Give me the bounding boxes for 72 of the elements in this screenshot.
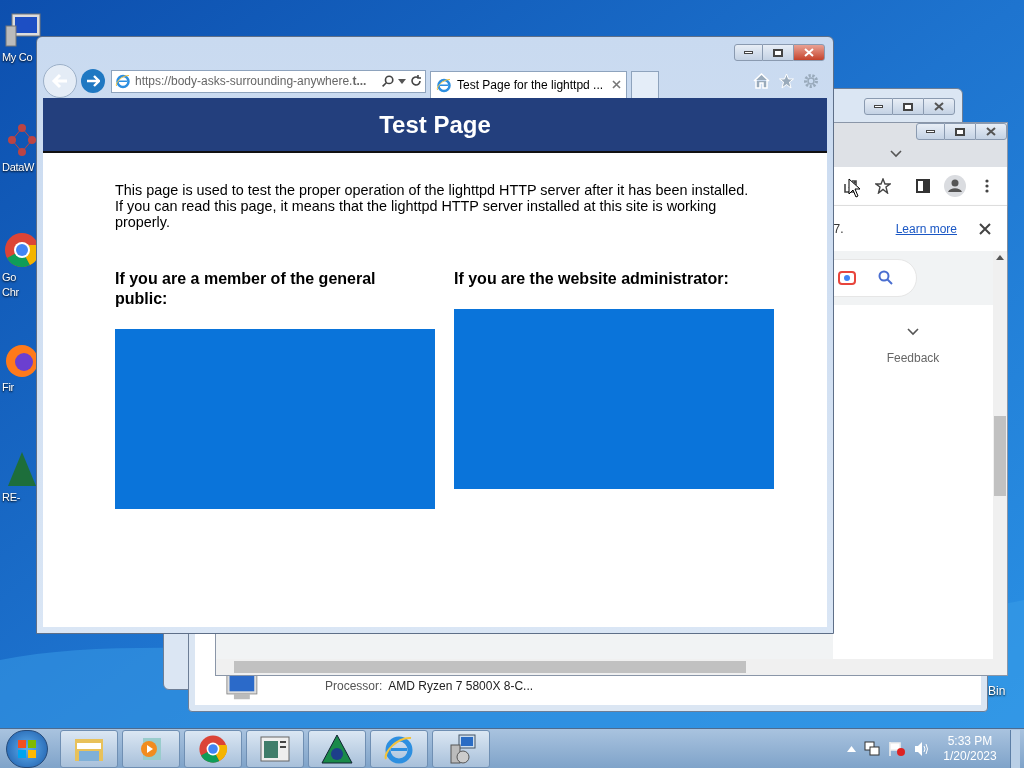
scroll-up-icon[interactable] (996, 255, 1004, 260)
share-icon[interactable] (843, 178, 859, 194)
horizontal-scrollbar[interactable] (216, 659, 1007, 675)
computer-icon (2, 10, 42, 50)
maximize-button[interactable] (893, 98, 923, 115)
ie-icon (436, 76, 452, 93)
close-icon (804, 48, 814, 57)
close-button[interactable] (793, 44, 825, 61)
close-icon[interactable] (979, 222, 991, 235)
tab-title: Test Page for the lighttpd ... (457, 76, 604, 94)
chrome-icon (197, 732, 229, 765)
taskbar-button[interactable] (184, 729, 242, 768)
search-icon[interactable] (878, 270, 894, 286)
vertical-scrollbar[interactable] (993, 251, 1007, 659)
field-label: Processor: (325, 678, 383, 695)
triangle-logo-icon (321, 733, 353, 764)
forward-arrow-icon (86, 75, 100, 87)
windows-logo-icon (17, 738, 37, 759)
star-icon[interactable] (875, 178, 891, 194)
scrollbar-thumb[interactable] (234, 661, 746, 673)
dropdown-arrow-icon[interactable] (398, 78, 406, 84)
icon-label[interactable]: Bin (988, 682, 1006, 700)
network-icon[interactable] (864, 740, 880, 757)
search-bar[interactable] (833, 259, 917, 297)
address-bar[interactable]: https://body-asks-surrounding-anywhere.t... (111, 69, 426, 93)
close-button[interactable] (975, 123, 1007, 140)
menu-icon[interactable] (985, 179, 989, 193)
scrollbar-thumb[interactable] (994, 416, 1006, 496)
close-icon[interactable] (612, 80, 621, 89)
minimize-button[interactable] (864, 98, 893, 115)
taskbar-button[interactable] (246, 729, 304, 768)
minimize-button[interactable] (734, 44, 763, 61)
minimize-button[interactable] (916, 123, 945, 140)
flag-icon[interactable] (888, 740, 906, 757)
field-value: AMD Ryzen 7 5800X 8-C... (388, 678, 534, 695)
browser-tab[interactable]: Test Page for the lighttpd ... (430, 70, 627, 98)
icon-label[interactable]: DataW (2, 160, 35, 175)
url-text: https://body-asks-surrounding-anywhere.t... (135, 73, 367, 90)
taskbar-button[interactable] (60, 729, 118, 768)
profile-icon[interactable] (944, 175, 966, 197)
side-panel-icon[interactable] (916, 179, 930, 193)
icon-label[interactable]: Go (2, 270, 17, 285)
column-heading: If you are the website administrator: (454, 269, 730, 289)
learn-more-link[interactable]: Learn more (895, 219, 957, 238)
ie-icon (115, 73, 131, 89)
window-icon (260, 735, 290, 762)
show-desktop-button[interactable] (1010, 729, 1020, 768)
icon-label[interactable]: Fir (2, 380, 14, 395)
start-button[interactable] (6, 729, 48, 768)
icon-label[interactable]: RE- (2, 490, 21, 505)
chevron-icon[interactable] (889, 149, 903, 159)
icon-label[interactable]: My Co (2, 50, 33, 65)
back-arrow-icon (51, 73, 69, 89)
close-icon (934, 102, 944, 111)
infobar-text: 7. (833, 220, 844, 238)
maximize-button[interactable] (945, 123, 975, 140)
forward-button[interactable] (81, 69, 105, 93)
camera-icon[interactable] (838, 270, 856, 286)
cursor-icon (848, 178, 862, 198)
feedback-link[interactable]: Feedback (886, 349, 940, 367)
close-icon (986, 127, 996, 136)
close-button[interactable] (923, 98, 955, 115)
icon-label[interactable]: Chr (2, 285, 19, 300)
refresh-icon[interactable] (410, 75, 422, 87)
column-heading: If you are a member of the general public: (115, 269, 377, 309)
search-icon[interactable] (381, 74, 394, 88)
chevron-icon[interactable] (906, 327, 920, 337)
taskbar-button[interactable] (432, 729, 490, 768)
intro-paragraph: This page is used to test the proper operation of the lighttpd HTTP server after it has been installed. If you can read this page, it means that the lighttpd HTTP server installed at this site is working properly. (115, 182, 750, 230)
page-title: Test Page (379, 109, 491, 140)
taskbar-button[interactable] (308, 729, 366, 768)
maximize-button[interactable] (763, 44, 793, 61)
